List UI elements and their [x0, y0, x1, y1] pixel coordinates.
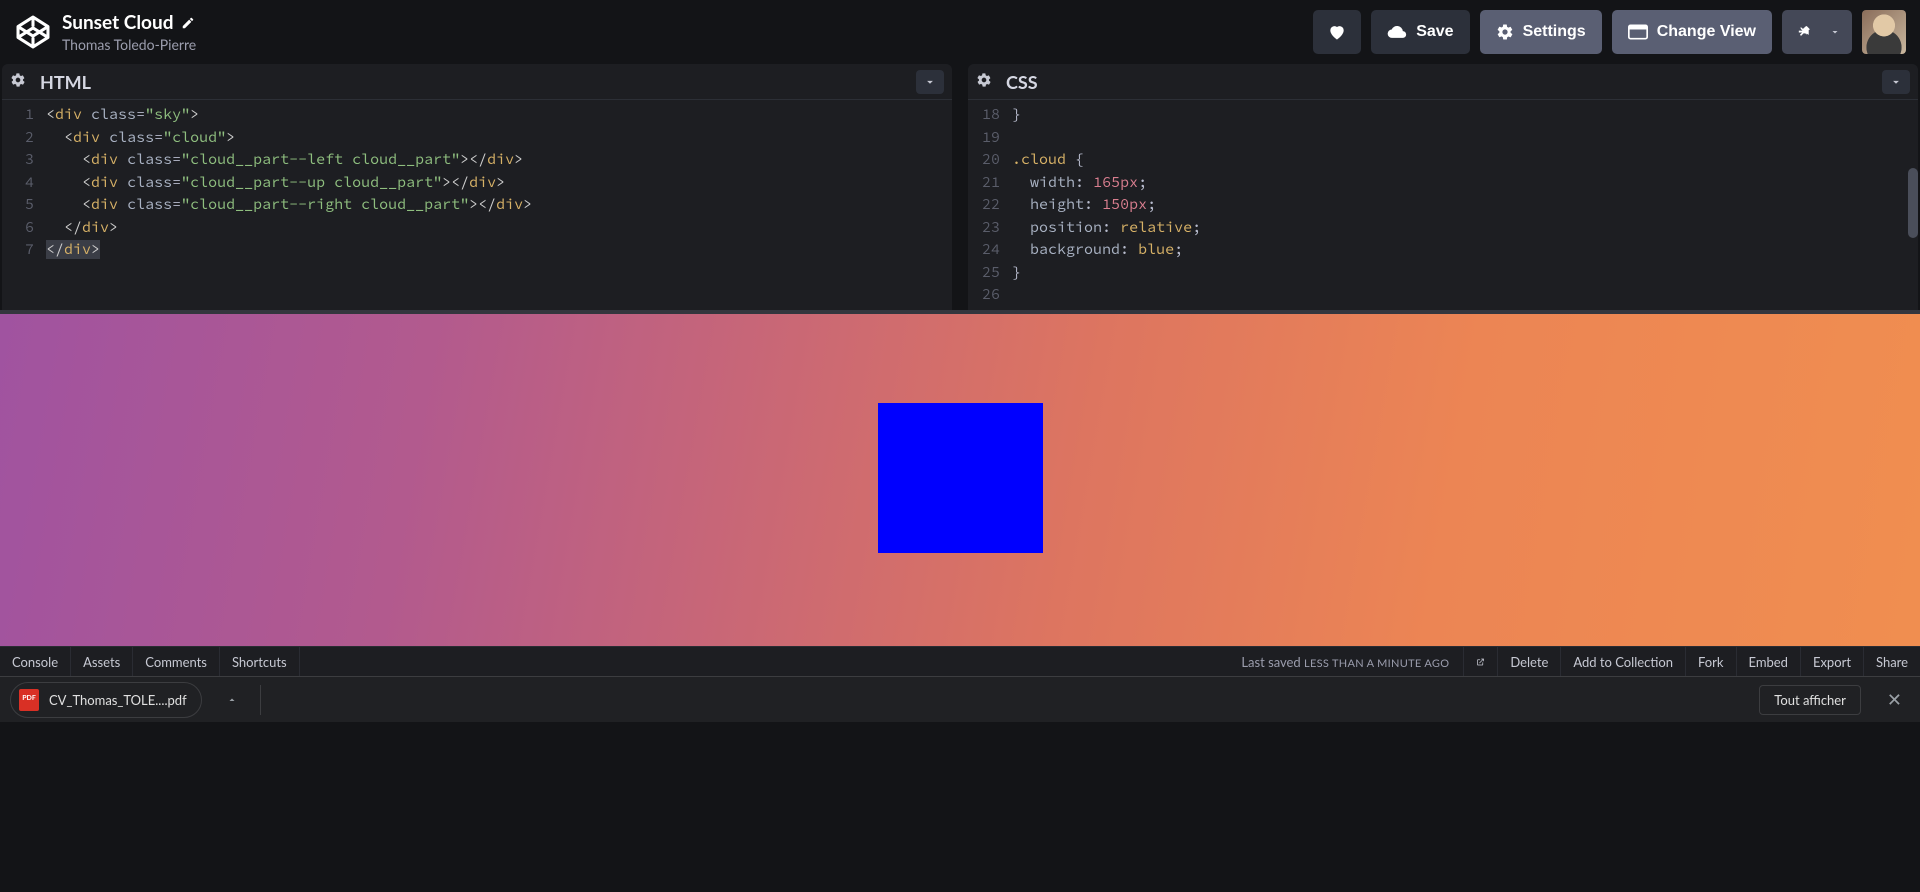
- browser-download-bar: CV_Thomas_TOLE....pdf Tout afficher ✕: [0, 676, 1920, 722]
- download-show-all-button[interactable]: Tout afficher: [1759, 685, 1861, 715]
- code-line[interactable]: 4 <div class="cloud__part--up cloud__par…: [2, 172, 952, 195]
- code-line[interactable]: 1<div class="sky">: [2, 104, 952, 127]
- last-saved-label: Last saved: [1241, 654, 1300, 670]
- code-line[interactable]: 26: [968, 284, 1918, 307]
- preview-cloud-box: [878, 403, 1043, 553]
- pen-title-block: Sunset Cloud Thomas Toledo-Pierre: [62, 11, 196, 53]
- code-line[interactable]: 25}: [968, 262, 1918, 285]
- css-editor-pane: CSS 18}1920.cloud {21 width: 165px;22 he…: [968, 64, 1918, 310]
- footer-shortcuts-button[interactable]: Shortcuts: [220, 647, 300, 676]
- html-gear-icon[interactable]: [10, 72, 30, 92]
- footer-console-button[interactable]: Console: [0, 647, 71, 676]
- save-button[interactable]: Save: [1371, 10, 1469, 54]
- css-pane-title: CSS: [1006, 71, 1038, 93]
- code-line[interactable]: 19: [968, 127, 1918, 150]
- html-editor-pane: HTML 1<div class="sky">2 <div class="clo…: [2, 64, 952, 310]
- preview-sky: [0, 314, 1920, 646]
- save-button-label: Save: [1416, 23, 1453, 41]
- footer-embed-button[interactable]: Embed: [1736, 647, 1800, 676]
- code-line[interactable]: 24 background: blue;: [968, 239, 1918, 262]
- download-filename: CV_Thomas_TOLE....pdf: [49, 692, 187, 708]
- last-saved-time: LESS THAN A MINUTE AGO: [1304, 657, 1449, 670]
- codepen-logo[interactable]: [14, 13, 52, 51]
- download-chip-menu[interactable]: [220, 688, 244, 712]
- edit-title-icon[interactable]: [181, 16, 195, 30]
- html-code-area[interactable]: 1<div class="sky">2 <div class="cloud">3…: [2, 100, 952, 310]
- settings-button[interactable]: Settings: [1480, 10, 1602, 54]
- code-line[interactable]: 6 </div>: [2, 217, 952, 240]
- change-view-button[interactable]: Change View: [1612, 10, 1772, 54]
- download-divider: [260, 685, 261, 715]
- love-button[interactable]: [1313, 10, 1361, 54]
- preview-pane: [0, 310, 1920, 646]
- code-line[interactable]: 20.cloud {: [968, 149, 1918, 172]
- css-gear-icon[interactable]: [976, 72, 996, 92]
- footer-fork-button[interactable]: Fork: [1685, 647, 1736, 676]
- css-pane-header: CSS: [968, 64, 1918, 100]
- footer-delete-button[interactable]: Delete: [1497, 647, 1560, 676]
- user-avatar[interactable]: [1862, 10, 1906, 54]
- css-code-area[interactable]: 18}1920.cloud {21 width: 165px;22 height…: [968, 100, 1918, 310]
- editor-footer: ConsoleAssetsCommentsShortcuts Last save…: [0, 646, 1920, 676]
- code-line[interactable]: 2 <div class="cloud">: [2, 127, 952, 150]
- download-chip[interactable]: CV_Thomas_TOLE....pdf: [10, 682, 202, 718]
- code-line[interactable]: 5 <div class="cloud__part--right cloud__…: [2, 194, 952, 217]
- pdf-file-icon: [19, 689, 39, 711]
- code-line[interactable]: 3 <div class="cloud__part--left cloud__p…: [2, 149, 952, 172]
- footer-assets-button[interactable]: Assets: [71, 647, 133, 676]
- css-pane-dropdown[interactable]: [1882, 70, 1910, 94]
- pen-title[interactable]: Sunset Cloud: [62, 11, 173, 34]
- open-external-icon[interactable]: [1463, 647, 1497, 676]
- code-line[interactable]: 7</div>: [2, 239, 952, 262]
- css-scrollbar-thumb[interactable]: [1908, 168, 1918, 238]
- html-pane-title: HTML: [40, 71, 91, 93]
- code-line[interactable]: 18}: [968, 104, 1918, 127]
- code-line[interactable]: 21 width: 165px;: [968, 172, 1918, 195]
- code-line[interactable]: 22 height: 150px;: [968, 194, 1918, 217]
- download-bar-close-icon[interactable]: ✕: [1879, 684, 1910, 715]
- footer-comments-button[interactable]: Comments: [133, 647, 220, 676]
- html-pane-header: HTML: [2, 64, 952, 100]
- change-view-label: Change View: [1657, 23, 1756, 41]
- footer-export-button[interactable]: Export: [1800, 647, 1863, 676]
- html-pane-dropdown[interactable]: [916, 70, 944, 94]
- css-scrollbar-track[interactable]: [1906, 100, 1918, 310]
- pin-dropdown[interactable]: [1818, 10, 1852, 54]
- footer-add-to-collection-button[interactable]: Add to Collection: [1560, 647, 1685, 676]
- app-header: Sunset Cloud Thomas Toledo-Pierre Save S…: [0, 0, 1920, 64]
- footer-share-button[interactable]: Share: [1863, 647, 1920, 676]
- settings-button-label: Settings: [1523, 23, 1586, 41]
- code-line[interactable]: 23 position: relative;: [968, 217, 1918, 240]
- pen-author[interactable]: Thomas Toledo-Pierre: [62, 36, 196, 53]
- editors-row: HTML 1<div class="sky">2 <div class="clo…: [0, 64, 1920, 310]
- last-saved-status: Last saved LESS THAN A MINUTE AGO: [1227, 654, 1463, 670]
